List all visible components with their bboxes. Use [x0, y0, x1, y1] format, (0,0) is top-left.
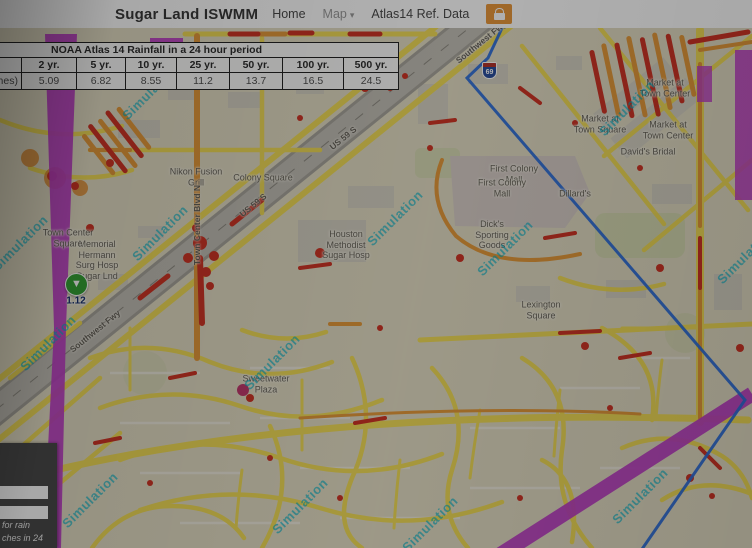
- nav-map-label: Map: [323, 7, 347, 21]
- rainfall-table-values-row: (inches) 5.096.828.5511.213.716.524.5: [0, 73, 399, 90]
- panel-caption-line1: for rain: [2, 520, 30, 530]
- rainfall-table-value-cell: 8.55: [126, 73, 177, 90]
- nav-home[interactable]: Home: [272, 7, 305, 21]
- panel-caption-line2: ches in 24: [2, 533, 43, 543]
- legend-panel: for rain ches in 24: [0, 443, 57, 548]
- rainfall-table-col-header: 2 yr.: [22, 58, 77, 73]
- panel-field-2[interactable]: [0, 506, 48, 519]
- interstate-69-shield-number: 69: [486, 69, 494, 76]
- lock-icon: [494, 8, 505, 20]
- lock-button[interactable]: [486, 4, 512, 24]
- rainfall-table-value-cell: 6.82: [77, 73, 126, 90]
- nav-atlas14-ref-data[interactable]: Atlas14 Ref. Data: [371, 7, 469, 21]
- interstate-69-shield: 69: [482, 62, 497, 79]
- rainfall-table-value-cell: 11.2: [177, 73, 230, 90]
- rainfall-table-col-header: 500 yr.: [344, 58, 399, 73]
- rainfall-table-col-header: 100 yr.: [283, 58, 344, 73]
- rainfall-table-value-cell: 5.09: [22, 73, 77, 90]
- top-bar: Sugar Land ISWMM Home Map▾ Atlas14 Ref. …: [0, 0, 752, 28]
- panel-field-1[interactable]: [0, 486, 48, 499]
- map-art: [0, 28, 752, 548]
- rainfall-table-col-header: 50 yr.: [230, 58, 283, 73]
- rainfall-table-title-row: NOAA Atlas 14 Rainfall in a 24 hour peri…: [0, 43, 399, 58]
- rainfall-table-title: NOAA Atlas 14 Rainfall in a 24 hour peri…: [0, 43, 399, 58]
- map-canvas[interactable]: Nikon Fusion GrillColony SquareMemorial …: [0, 28, 752, 548]
- rainfall-table-col-header: 10 yr.: [126, 58, 177, 73]
- rainfall-table-corner-cell: [0, 58, 22, 73]
- rainfall-table-value-cell: 16.5: [283, 73, 344, 90]
- app-window: Sugar Land ISWMM Home Map▾ Atlas14 Ref. …: [0, 0, 752, 548]
- rainfall-table-col-header: 5 yr.: [77, 58, 126, 73]
- nav-map[interactable]: Map▾: [323, 7, 355, 21]
- main-nav: Home Map▾ Atlas14 Ref. Data: [272, 4, 512, 24]
- app-title: Sugar Land ISWMM: [115, 6, 258, 23]
- rainfall-table-col-header: 25 yr.: [177, 58, 230, 73]
- flow-marker[interactable]: ▼: [65, 273, 88, 296]
- rainfall-table-value-cell: 24.5: [344, 73, 399, 90]
- rainfall-table-value-cell: 13.7: [230, 73, 283, 90]
- chevron-down-icon: ▾: [350, 10, 355, 20]
- rainfall-table: NOAA Atlas 14 Rainfall in a 24 hour peri…: [0, 42, 399, 90]
- rainfall-table-row-label: (inches): [0, 73, 22, 90]
- flow-marker-value: 1.12: [66, 296, 85, 307]
- rainfall-table-header-row: 2 yr.5 yr.10 yr.25 yr.50 yr.100 yr.500 y…: [0, 58, 399, 73]
- down-arrow-icon: ▼: [71, 279, 82, 290]
